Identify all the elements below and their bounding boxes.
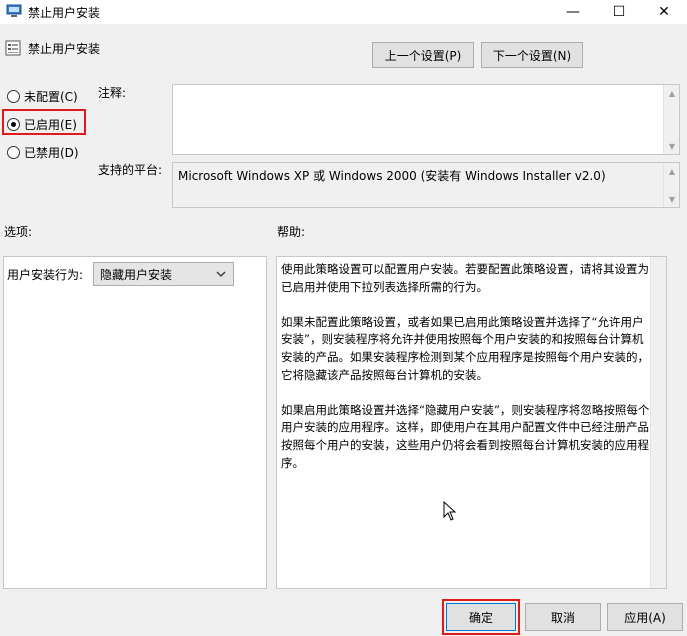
comment-textarea[interactable]: ▲ ▼	[172, 84, 680, 155]
platform-label: 支持的平台:	[98, 163, 163, 177]
policy-title: 禁止用户安装	[28, 42, 101, 56]
close-button[interactable]: ✕	[641, 0, 687, 24]
scroll-down-icon[interactable]: ▼	[664, 138, 680, 154]
comment-scrollbar[interactable]: ▲ ▼	[663, 85, 679, 154]
install-behavior-dropdown[interactable]: 隐藏用户安装	[93, 262, 234, 286]
cancel-button[interactable]: 取消	[525, 603, 601, 631]
install-behavior-value: 隐藏用户安装	[100, 267, 173, 282]
chevron-down-icon	[216, 271, 226, 277]
radio-circle[interactable]	[7, 90, 20, 103]
platform-scrollbar[interactable]: ▲ ▼	[663, 163, 679, 207]
platform-value: Microsoft Windows XP 或 Windows 2000 (安装有…	[178, 169, 606, 183]
radio-disabled[interactable]: 已禁用(D)	[7, 144, 79, 161]
help-text: 使用此策略设置可以配置用户安装。若要配置此策略设置，请将其设置为已启用并使用下拉…	[281, 262, 650, 470]
scroll-up-icon[interactable]: ▲	[664, 163, 680, 179]
install-behavior-label: 用户安装行为:	[7, 268, 84, 282]
ok-highlight-box	[442, 599, 520, 635]
maximize-button[interactable]: ☐	[596, 0, 642, 24]
next-setting-button[interactable]: 下一个设置(N)	[481, 42, 583, 68]
apply-button[interactable]: 应用(A)	[607, 603, 683, 631]
radio-not-configured[interactable]: 未配置(C)	[7, 88, 78, 105]
policy-setting-icon	[5, 40, 21, 56]
app-icon	[6, 4, 22, 17]
options-section-label: 选项:	[4, 225, 33, 239]
help-section-label: 帮助:	[277, 225, 306, 239]
mouse-cursor-icon	[443, 501, 457, 521]
platform-field: Microsoft Windows XP 或 Windows 2000 (安装有…	[172, 162, 680, 208]
minimize-button[interactable]: —	[550, 0, 596, 24]
radio-label: 已禁用(D)	[24, 146, 79, 160]
window-title: 禁止用户安装	[28, 6, 101, 20]
scroll-down-icon[interactable]: ▼	[664, 191, 680, 207]
help-scrollbar[interactable]	[650, 257, 666, 588]
comment-label: 注释:	[98, 86, 127, 100]
enabled-highlight-box	[2, 109, 86, 135]
previous-setting-button[interactable]: 上一个设置(P)	[372, 42, 474, 68]
help-pane: 使用此策略设置可以配置用户安装。若要配置此策略设置，请将其设置为已启用并使用下拉…	[276, 256, 667, 589]
radio-circle[interactable]	[7, 146, 20, 159]
radio-label: 未配置(C)	[24, 90, 78, 104]
options-pane	[3, 256, 267, 589]
scroll-up-icon[interactable]: ▲	[664, 85, 680, 101]
